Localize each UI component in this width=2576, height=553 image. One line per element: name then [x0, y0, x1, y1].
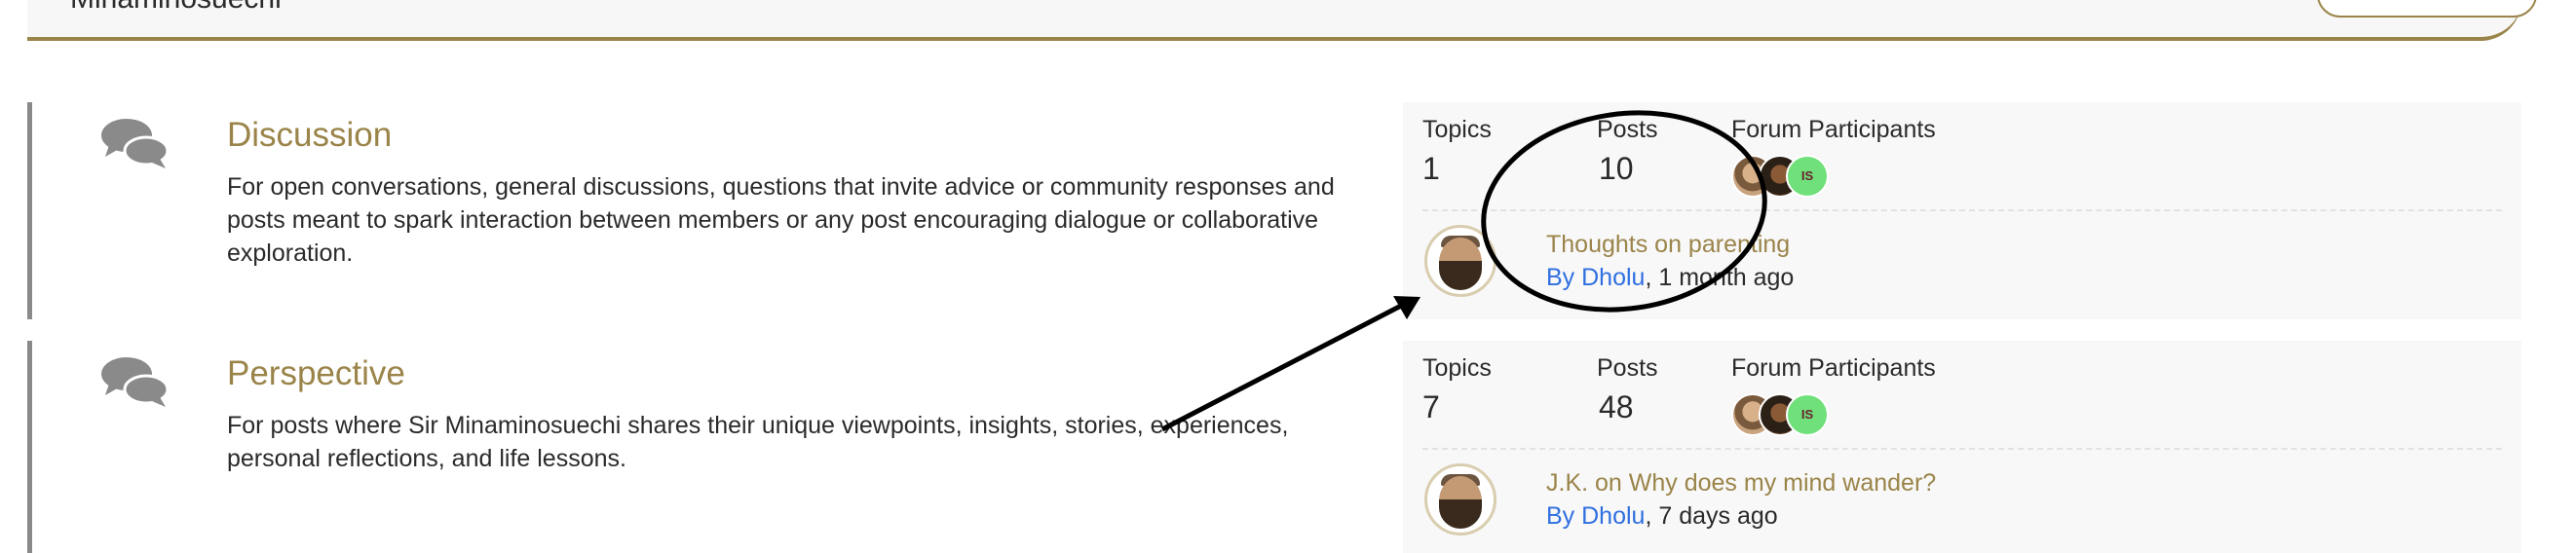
forum-stats-panel: Topics 7 Posts 48 Forum Participants IS …	[1403, 341, 2521, 553]
divider	[1422, 209, 2502, 211]
forum-row-perspective: Perspective For posts where Sir Minamino…	[27, 341, 2527, 553]
site-title[interactable]: Minaminosuechi	[70, 0, 282, 16]
forum-row-discussion: Discussion For open conversations, gener…	[27, 102, 2527, 319]
latest-time: , 7 days ago	[1645, 502, 1778, 530]
site-header: Minaminosuechi	[27, 0, 2537, 41]
header-button[interactable]	[2317, 0, 2537, 18]
topics-label: Topics	[1422, 116, 1492, 143]
latest-meta: By Dholu, 7 days ago	[1546, 502, 1778, 531]
topics-count: 1	[1422, 151, 1440, 186]
author-link[interactable]: By Dholu	[1546, 264, 1645, 291]
divider	[1422, 448, 2502, 450]
chat-bubbles-icon	[101, 119, 170, 168]
latest-meta: By Dholu, 1 month ago	[1546, 264, 1794, 292]
participants-label: Forum Participants	[1731, 116, 1936, 143]
forum-accent-bar	[27, 341, 32, 553]
participants-label: Forum Participants	[1731, 354, 1936, 382]
posts-label: Posts	[1597, 354, 1658, 382]
latest-topic-link[interactable]: J.K. on Why does my mind wander?	[1546, 469, 1936, 498]
forum-accent-bar	[27, 102, 32, 319]
author-link[interactable]: By Dholu	[1546, 502, 1645, 530]
forum-title[interactable]: Perspective	[227, 354, 405, 393]
avatar-initials[interactable]: IS	[1786, 155, 1829, 198]
author-avatar[interactable]	[1424, 225, 1496, 297]
posts-count: 10	[1599, 151, 1634, 186]
topics-count: 7	[1422, 389, 1440, 424]
forum-stats-panel: Topics 1 Posts 10 Forum Participants IS …	[1403, 102, 2521, 319]
avatar-initials[interactable]: IS	[1786, 393, 1829, 436]
forum-title[interactable]: Discussion	[227, 116, 392, 155]
latest-time: , 1 month ago	[1645, 264, 1795, 291]
posts-label: Posts	[1597, 116, 1658, 143]
participant-avatars: IS	[1731, 155, 1858, 198]
topics-label: Topics	[1422, 354, 1492, 382]
chat-bubbles-icon	[101, 357, 170, 407]
forum-description: For open conversations, general discussi…	[227, 173, 1335, 267]
participant-avatars: IS	[1731, 393, 1858, 436]
posts-count: 48	[1599, 389, 1634, 424]
latest-topic-link[interactable]: Thoughts on parenting	[1546, 231, 1790, 259]
author-avatar[interactable]	[1424, 463, 1496, 535]
forum-description: For posts where Sir Minaminosuechi share…	[227, 412, 1289, 472]
